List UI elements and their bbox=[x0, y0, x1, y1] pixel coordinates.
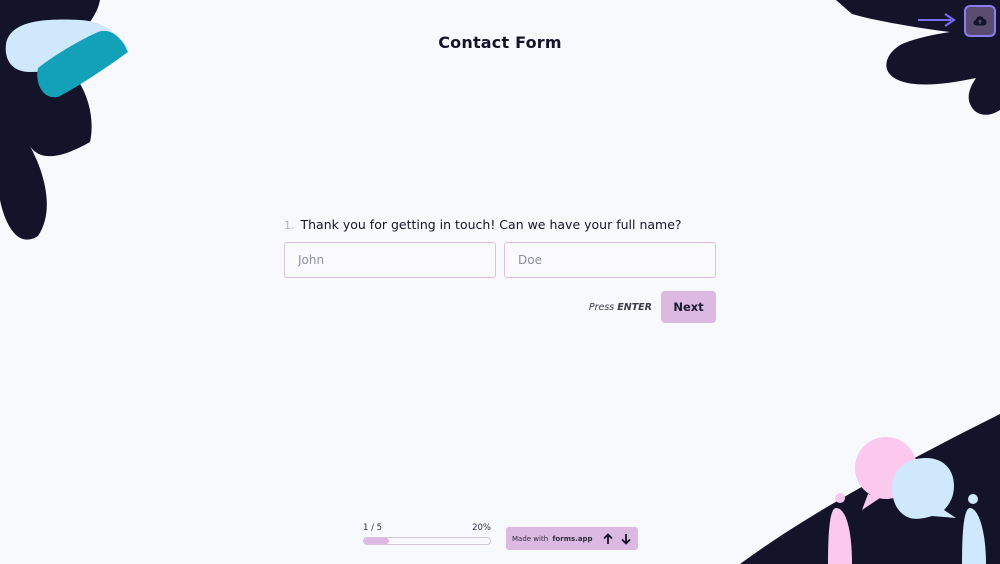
next-question-button[interactable] bbox=[620, 532, 632, 546]
footer-bar: Made with forms.app bbox=[506, 527, 638, 550]
form-page: Contact Form 1. Thank you for getting in… bbox=[0, 0, 1000, 564]
brand-name: forms.app bbox=[552, 534, 593, 543]
pink-figure bbox=[828, 508, 852, 564]
question-number: 1. bbox=[284, 219, 295, 232]
next-button[interactable]: Next bbox=[661, 291, 716, 323]
page-title: Contact Form bbox=[438, 33, 562, 52]
cloud-save-icon bbox=[973, 16, 987, 26]
progress-indicator: 1 / 5 20% bbox=[363, 523, 491, 545]
made-with-text[interactable]: Made with forms.app bbox=[512, 535, 593, 543]
save-progress-button[interactable] bbox=[964, 5, 996, 37]
progress-percent: 20% bbox=[472, 523, 491, 533]
press-enter-hint: Press ENTER bbox=[589, 302, 652, 313]
press-key: ENTER bbox=[617, 301, 652, 313]
made-with-label: Made with bbox=[512, 534, 549, 543]
progress-track bbox=[363, 537, 491, 545]
last-name-input[interactable] bbox=[504, 242, 716, 278]
question-block: 1. Thank you for getting in touch! Can w… bbox=[284, 217, 716, 323]
save-area bbox=[915, 4, 999, 38]
question-actions: Press ENTER Next bbox=[284, 291, 716, 323]
pink-bubble bbox=[855, 437, 917, 499]
blue-figure bbox=[962, 508, 986, 564]
progress-fill bbox=[364, 538, 390, 544]
blue-bubble bbox=[892, 458, 956, 519]
first-name-input[interactable] bbox=[284, 242, 496, 278]
progress-count: 1 / 5 bbox=[363, 523, 383, 533]
arrow-right-icon bbox=[918, 13, 956, 27]
press-prefix: Press bbox=[588, 301, 615, 313]
question-navigation bbox=[602, 532, 632, 546]
bottom-right-blob bbox=[740, 414, 1000, 564]
arrow-down-icon bbox=[621, 533, 631, 545]
previous-question-button[interactable] bbox=[602, 532, 614, 546]
question-label: 1. Thank you for getting in touch! Can w… bbox=[284, 217, 716, 232]
name-inputs bbox=[284, 242, 716, 278]
question-text: Thank you for getting in touch! Can we h… bbox=[300, 217, 682, 232]
arrow-up-icon bbox=[603, 532, 613, 544]
